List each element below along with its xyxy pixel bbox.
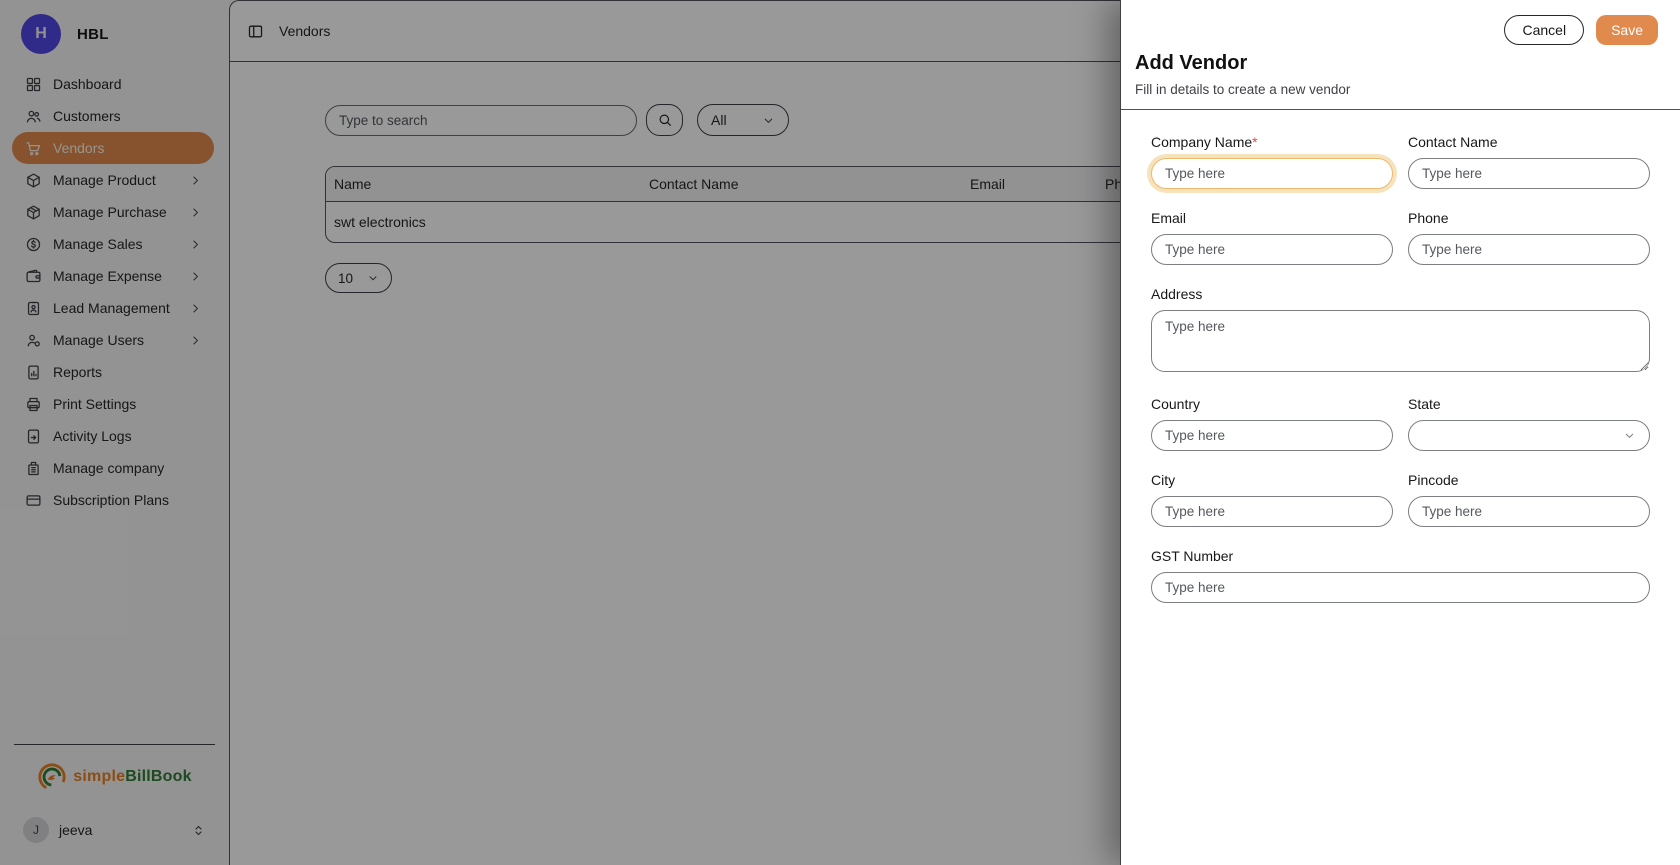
pincode-field[interactable] bbox=[1408, 496, 1650, 527]
gst-number-field[interactable] bbox=[1151, 572, 1650, 603]
state-select[interactable] bbox=[1408, 420, 1650, 451]
gst-number-label: GST Number bbox=[1151, 548, 1650, 564]
drawer-actions: Cancel Save bbox=[1121, 0, 1680, 45]
country-label: Country bbox=[1151, 396, 1393, 412]
phone-field[interactable] bbox=[1408, 234, 1650, 265]
phone-label: Phone bbox=[1408, 210, 1650, 226]
drawer-subtitle: Fill in details to create a new vendor bbox=[1121, 82, 1680, 97]
city-field[interactable] bbox=[1151, 496, 1393, 527]
state-label: State bbox=[1408, 396, 1650, 412]
company-name-label: Company Name* bbox=[1151, 134, 1393, 150]
add-vendor-drawer: Cancel Save Add Vendor Fill in details t… bbox=[1120, 0, 1680, 865]
pincode-label: Pincode bbox=[1408, 472, 1650, 488]
add-vendor-form: Company Name* Contact Name Email Phone A… bbox=[1121, 110, 1680, 603]
chevron-down-icon bbox=[1623, 429, 1636, 442]
contact-name-label: Contact Name bbox=[1408, 134, 1650, 150]
email-label: Email bbox=[1151, 210, 1393, 226]
address-field[interactable] bbox=[1151, 310, 1650, 372]
company-name-field[interactable] bbox=[1151, 158, 1393, 189]
required-asterisk: * bbox=[1252, 134, 1257, 150]
email-field[interactable] bbox=[1151, 234, 1393, 265]
city-label: City bbox=[1151, 472, 1393, 488]
address-label: Address bbox=[1151, 286, 1650, 302]
country-field[interactable] bbox=[1151, 420, 1393, 451]
drawer-title: Add Vendor bbox=[1121, 52, 1680, 75]
cancel-button[interactable]: Cancel bbox=[1504, 15, 1584, 45]
save-button[interactable]: Save bbox=[1596, 15, 1658, 45]
contact-name-field[interactable] bbox=[1408, 158, 1650, 189]
